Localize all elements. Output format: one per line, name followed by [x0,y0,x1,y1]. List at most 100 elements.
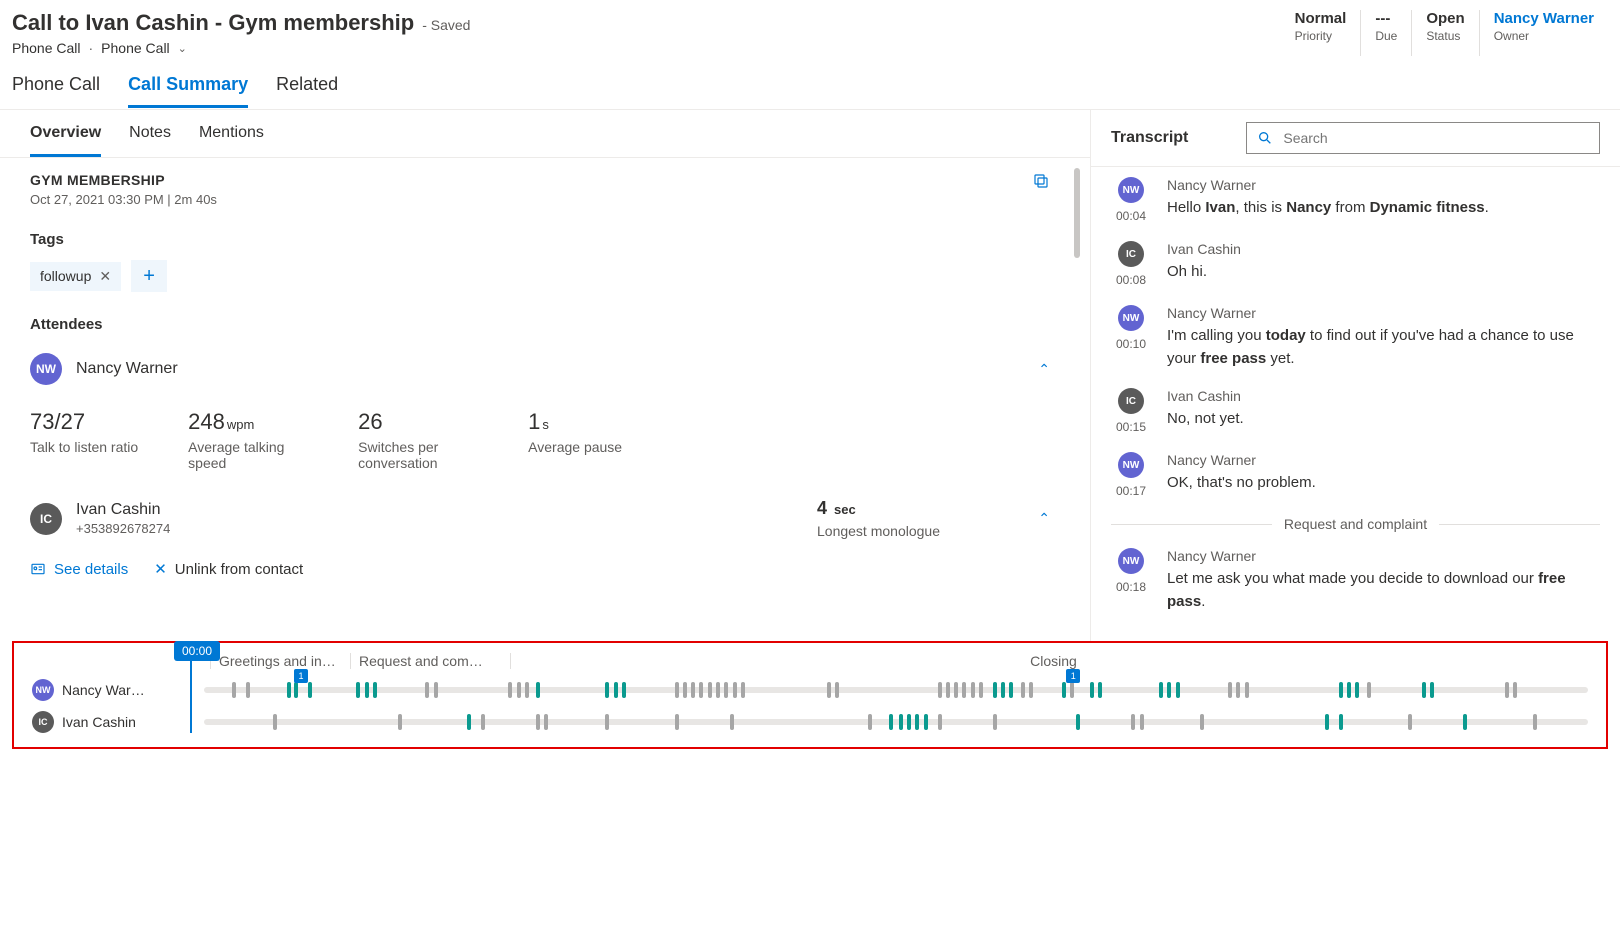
transcript-entry[interactable]: NW00:04Nancy WarnerHello Ivan, this is N… [1111,177,1600,223]
timeline-tick [1245,682,1249,698]
timeline-tick [946,682,950,698]
timeline-tick [699,682,703,698]
speaker-name: Nancy Warner [1167,305,1600,321]
timeline-tick [868,714,872,730]
timeline-tick [954,682,958,698]
transcript-entry[interactable]: IC00:08Ivan CashinOh hi. [1111,241,1600,287]
subtab-overview[interactable]: Overview [30,124,101,157]
timeline-tick [356,682,360,698]
timeline-tick [915,714,919,730]
timeline-tick [1098,682,1102,698]
timeline-tick [398,714,402,730]
transcript-entry[interactable]: NW00:18Nancy WarnerLet me ask you what m… [1111,548,1600,613]
unlink-button[interactable]: ✕ Unlink from contact [154,560,303,578]
timeline-tick [938,714,942,730]
timeline-tick [938,682,942,698]
page-title: Call to Ivan Cashin - Gym membership [12,10,414,36]
timeline-tick [536,682,540,698]
search-input[interactable] [1246,122,1600,154]
avatar: IC [32,711,54,733]
timeline-track[interactable] [204,719,1588,725]
due-field[interactable]: --- Due [1360,10,1411,56]
timeline-tick [1505,682,1509,698]
close-icon[interactable]: ✕ [99,268,111,285]
transcript-text: No, not yet. [1167,408,1600,431]
stat-longest-monologue: 4 sec Longest monologue [817,498,940,539]
timeline-tick [899,714,903,730]
owner-field[interactable]: Nancy Warner Owner [1479,10,1608,56]
timeline-tick [481,714,485,730]
subtab-notes[interactable]: Notes [129,124,171,157]
timeline-tick [907,714,911,730]
timeline-tick [1228,682,1232,698]
overview-title: GYM MEMBERSHIP [30,172,1060,188]
timeline-tick [544,714,548,730]
timeline-tick [1159,682,1163,698]
tab-call-summary[interactable]: Call Summary [128,74,248,108]
see-details-button[interactable]: See details [30,561,128,578]
main-tabs: Phone Call Call Summary Related [0,56,1620,109]
timeline-tick [1062,682,1066,698]
timeline-tick [1325,714,1329,730]
header-fields: Normal Priority --- Due Open Status Nanc… [1281,10,1608,56]
timeline-tick [605,714,609,730]
timeline-tick [1408,714,1412,730]
timestamp: 00:15 [1116,420,1146,434]
chevron-down-icon[interactable]: ⌄ [178,42,187,55]
timeline-tick [889,714,893,730]
timeline-tick [1513,682,1517,698]
timeline-tick [508,682,512,698]
timeline-tick [622,682,626,698]
copy-icon[interactable] [1032,172,1050,190]
timeline-tick [1090,682,1094,698]
timeline-marker[interactable]: 1 [1066,669,1080,683]
attendees-label: Attendees [30,316,1060,333]
timeline-tick [835,682,839,698]
timeline-tick [1463,714,1467,730]
breadcrumb: Phone Call · Phone Call ⌄ [12,40,470,56]
timeline-tick [1176,682,1180,698]
timeline-tick [962,682,966,698]
timeline-tick [724,682,728,698]
timeline-tick [525,682,529,698]
timeline-tick [1339,682,1343,698]
page-header: Call to Ivan Cashin - Gym membership - S… [0,0,1620,56]
timeline-marker[interactable]: 1 [294,669,308,683]
timeline-tick [232,682,236,698]
transcript-entry[interactable]: NW00:17Nancy WarnerOK, that's no problem… [1111,452,1600,498]
timeline-track[interactable]: 11 [204,687,1588,693]
transcript-entry[interactable]: NW00:10Nancy WarnerI'm calling you today… [1111,305,1600,370]
tab-phone-call[interactable]: Phone Call [12,74,100,108]
content-area: Overview Notes Mentions GYM MEMBERSHIP O… [0,109,1620,641]
scrollbar-thumb[interactable] [1074,168,1080,258]
timeline-tick [675,714,679,730]
timeline-tick [1367,682,1371,698]
chevron-up-icon[interactable]: ⌃ [1038,510,1050,527]
chevron-up-icon[interactable]: ⌃ [1038,361,1050,378]
priority-field[interactable]: Normal Priority [1281,10,1361,56]
add-tag-button[interactable]: + [131,260,167,292]
timeline-tick [246,682,250,698]
tab-related[interactable]: Related [276,74,338,108]
timeline-tick [1167,682,1171,698]
timeline-tick [365,682,369,698]
timeline-tick [536,714,540,730]
timeline-tick [971,682,975,698]
timeline-tick [1131,714,1135,730]
timeline-tick [741,682,745,698]
avatar: NW [1118,177,1144,203]
status-field[interactable]: Open Status [1411,10,1478,56]
segment-closing: Closing [510,653,1588,669]
playhead-time[interactable]: 00:00 [174,641,220,661]
subtab-mentions[interactable]: Mentions [199,124,264,157]
stat-avg-pause: 1s Average pause [528,409,622,471]
tag-followup[interactable]: followup ✕ [30,262,121,291]
timeline-tick [979,682,983,698]
transcript-entry[interactable]: IC00:15Ivan CashinNo, not yet. [1111,388,1600,434]
playhead-line[interactable] [190,661,192,733]
attendee-ivan: IC Ivan Cashin +353892678274 4 sec Longe… [30,501,1060,536]
overview-meta: Oct 27, 2021 03:30 PM | 2m 40s [30,192,1060,207]
sub-tabs: Overview Notes Mentions [0,110,1090,158]
timeline-tick [993,682,997,698]
breadcrumb-2[interactable]: Phone Call [101,40,170,56]
